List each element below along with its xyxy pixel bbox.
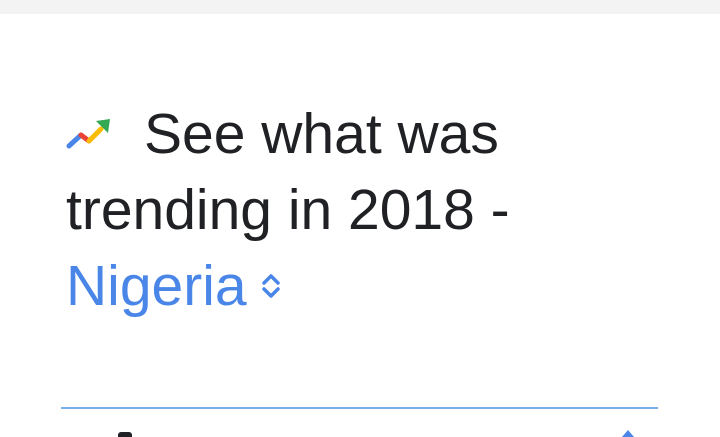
page-title-line-1: See what was <box>144 102 499 166</box>
region-name[interactable]: Nigeria <box>66 254 247 318</box>
section-divider <box>61 407 658 409</box>
page-title-line-2: trending in 2018 - <box>66 178 510 242</box>
trending-up-icon <box>66 115 112 151</box>
region-selector[interactable]: Nigeria <box>66 248 666 324</box>
clipped-content-fragment <box>118 432 132 437</box>
header-line-1: See what was <box>66 96 666 172</box>
unfold-chevrons-icon[interactable] <box>259 271 283 301</box>
year-in-search-header: See what was trending in 2018 - Nigeria <box>66 96 666 324</box>
clipped-icon-fragment <box>622 430 634 437</box>
top-strip <box>0 0 720 14</box>
